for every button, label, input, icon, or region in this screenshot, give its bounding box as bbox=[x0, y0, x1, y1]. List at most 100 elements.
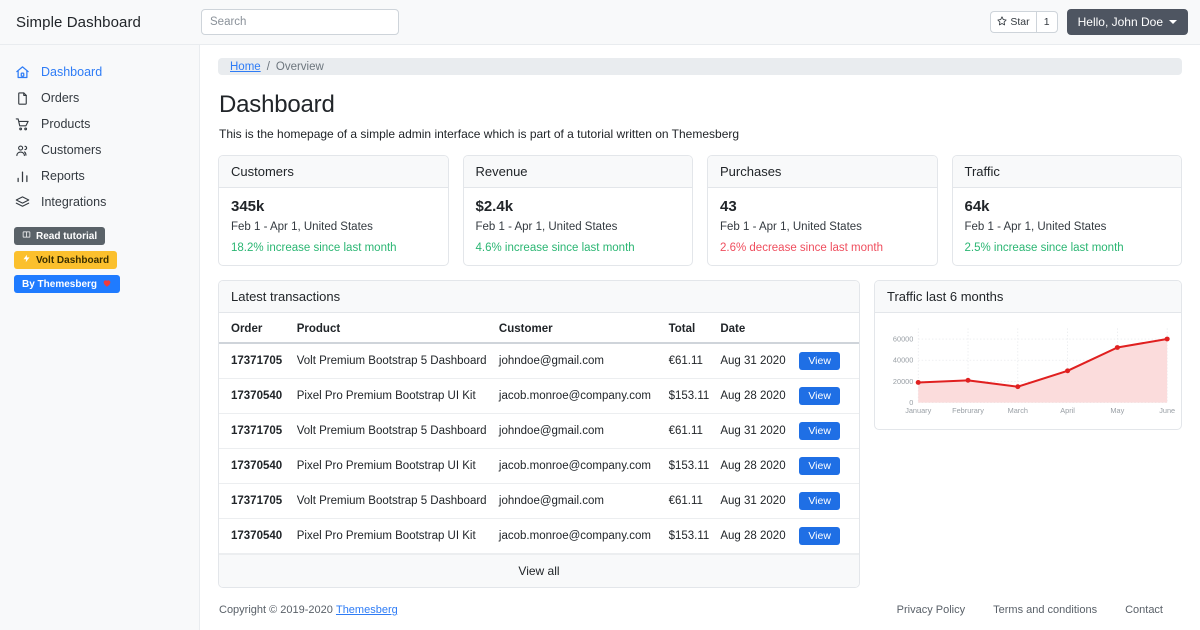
sidebar-item-label: Products bbox=[41, 117, 90, 131]
svg-text:May: May bbox=[1110, 407, 1124, 415]
breadcrumb-home-link[interactable]: Home bbox=[230, 61, 261, 73]
stat-card-body: 43 Feb 1 - Apr 1, United States 2.6% dec… bbox=[708, 188, 937, 265]
sidebar-item-products[interactable]: Products bbox=[0, 111, 199, 137]
stat-value: $2.4k bbox=[476, 198, 681, 215]
latest-transactions-title: Latest transactions bbox=[219, 281, 859, 313]
sidebar-item-label: Reports bbox=[41, 169, 85, 183]
footer-brand-link[interactable]: Themesberg bbox=[336, 604, 398, 616]
column-header-customer: Customer bbox=[499, 313, 669, 343]
search-input[interactable] bbox=[201, 9, 399, 35]
footer-link-privacy[interactable]: Privacy Policy bbox=[897, 604, 965, 616]
cell-order: 17370540 bbox=[219, 519, 297, 554]
cell-date: Aug 28 2020 bbox=[720, 449, 799, 484]
user-menu-label: Hello, John Doe bbox=[1078, 15, 1163, 29]
shopping-cart-icon bbox=[14, 116, 31, 133]
svg-text:January: January bbox=[905, 407, 932, 415]
cell-customer: jacob.monroe@company.com bbox=[499, 449, 669, 484]
footer-link-terms[interactable]: Terms and conditions bbox=[993, 604, 1097, 616]
sidebar-item-customers[interactable]: Customers bbox=[0, 137, 199, 163]
heart-icon bbox=[102, 278, 112, 291]
copyright-text: Copyright © 2019-2020 bbox=[219, 604, 333, 616]
sidebar-item-integrations[interactable]: Integrations bbox=[0, 189, 199, 215]
column-header-action bbox=[799, 313, 859, 343]
breadcrumb-current: Overview bbox=[276, 61, 324, 73]
footer-links: Privacy Policy Terms and conditions Cont… bbox=[897, 604, 1163, 616]
column-header-date: Date bbox=[720, 313, 799, 343]
volt-dashboard-button[interactable]: Volt Dashboard bbox=[14, 251, 117, 269]
view-button[interactable]: View bbox=[799, 527, 840, 545]
bolt-icon bbox=[22, 254, 31, 266]
sidebar-item-reports[interactable]: Reports bbox=[0, 163, 199, 189]
stat-delta: 18.2% increase since last month bbox=[231, 242, 436, 254]
table-row: 17370540 Pixel Pro Premium Bootstrap UI … bbox=[219, 379, 859, 414]
table-row: 17371705 Volt Premium Bootstrap 5 Dashbo… bbox=[219, 343, 859, 379]
footer-link-contact[interactable]: Contact bbox=[1125, 604, 1163, 616]
cell-action: View bbox=[799, 343, 859, 379]
view-button[interactable]: View bbox=[799, 387, 840, 405]
stat-card-body: 345k Feb 1 - Apr 1, United States 18.2% … bbox=[219, 188, 448, 265]
view-button[interactable]: View bbox=[799, 352, 840, 370]
bar-chart-icon bbox=[14, 168, 31, 185]
sidebar-item-orders[interactable]: Orders bbox=[0, 85, 199, 111]
stat-delta: 2.5% increase since last month bbox=[965, 242, 1170, 254]
cell-total: $153.11 bbox=[669, 519, 721, 554]
user-menu-button[interactable]: Hello, John Doe bbox=[1067, 9, 1188, 35]
top-navbar: Simple Dashboard Star 1 Hello, John Doe bbox=[0, 0, 1200, 45]
svg-text:June: June bbox=[1159, 407, 1175, 415]
svg-text:20000: 20000 bbox=[893, 378, 913, 386]
cell-action: View bbox=[799, 519, 859, 554]
cell-total: €61.11 bbox=[669, 484, 721, 519]
cell-order: 17371705 bbox=[219, 484, 297, 519]
star-count[interactable]: 1 bbox=[1036, 11, 1058, 33]
view-button[interactable]: View bbox=[799, 422, 840, 440]
column-header-order: Order bbox=[219, 313, 297, 343]
view-all-button[interactable]: View all bbox=[219, 554, 859, 587]
star-button[interactable]: Star bbox=[990, 11, 1035, 33]
svg-text:April: April bbox=[1060, 407, 1075, 415]
stat-delta: 2.6% decrease since last month bbox=[720, 242, 925, 254]
home-icon bbox=[14, 64, 31, 81]
svg-text:40000: 40000 bbox=[893, 357, 913, 365]
star-label: Star bbox=[1010, 16, 1029, 28]
read-tutorial-button[interactable]: Read tutorial bbox=[14, 227, 105, 245]
cell-product: Volt Premium Bootstrap 5 Dashboard bbox=[297, 484, 499, 519]
table-row: 17371705 Volt Premium Bootstrap 5 Dashbo… bbox=[219, 484, 859, 519]
transactions-table-head: Order Product Customer Total Date bbox=[219, 313, 859, 343]
stat-card-body: $2.4k Feb 1 - Apr 1, United States 4.6% … bbox=[464, 188, 693, 265]
cell-total: $153.11 bbox=[669, 379, 721, 414]
stat-card-title: Traffic bbox=[953, 156, 1182, 188]
cell-order: 17371705 bbox=[219, 343, 297, 379]
stat-range: Feb 1 - Apr 1, United States bbox=[965, 221, 1170, 233]
cell-product: Volt Premium Bootstrap 5 Dashboard bbox=[297, 414, 499, 449]
app-brand: Simple Dashboard bbox=[16, 14, 201, 31]
view-button[interactable]: View bbox=[799, 457, 840, 475]
stat-card-title: Revenue bbox=[464, 156, 693, 188]
stat-range: Feb 1 - Apr 1, United States bbox=[231, 221, 436, 233]
cell-customer: jacob.monroe@company.com bbox=[499, 519, 669, 554]
cell-date: Aug 28 2020 bbox=[720, 379, 799, 414]
cell-date: Aug 28 2020 bbox=[720, 519, 799, 554]
cell-order: 17370540 bbox=[219, 379, 297, 414]
by-themesberg-button[interactable]: By Themesberg bbox=[14, 275, 120, 293]
svg-text:0: 0 bbox=[909, 399, 913, 407]
stat-card-purchases: Purchases 43 Feb 1 - Apr 1, United State… bbox=[707, 155, 938, 266]
cell-product: Volt Premium Bootstrap 5 Dashboard bbox=[297, 343, 499, 379]
stat-card-revenue: Revenue $2.4k Feb 1 - Apr 1, United Stat… bbox=[463, 155, 694, 266]
cell-action: View bbox=[799, 379, 859, 414]
cell-total: $153.11 bbox=[669, 449, 721, 484]
sidebar-item-dashboard[interactable]: Dashboard bbox=[0, 59, 199, 85]
cell-product: Pixel Pro Premium Bootstrap UI Kit bbox=[297, 449, 499, 484]
navbar-right: Star 1 Hello, John Doe bbox=[990, 9, 1188, 35]
stat-card-traffic: Traffic 64k Feb 1 - Apr 1, United States… bbox=[952, 155, 1183, 266]
stat-value: 64k bbox=[965, 198, 1170, 215]
view-button[interactable]: View bbox=[799, 492, 840, 510]
latest-transactions-card: Latest transactions Order Product Custom… bbox=[218, 280, 860, 588]
stat-range: Feb 1 - Apr 1, United States bbox=[720, 221, 925, 233]
chart-area-fill bbox=[918, 339, 1167, 403]
cell-order: 17371705 bbox=[219, 414, 297, 449]
sidebar-badges: Read tutorial Volt Dashboard By Themesbe… bbox=[0, 215, 199, 293]
cell-customer: jacob.monroe@company.com bbox=[499, 379, 669, 414]
sidebar-item-label: Dashboard bbox=[41, 65, 102, 79]
star-icon bbox=[997, 16, 1007, 29]
sidebar: Dashboard Orders Products bbox=[0, 45, 200, 630]
